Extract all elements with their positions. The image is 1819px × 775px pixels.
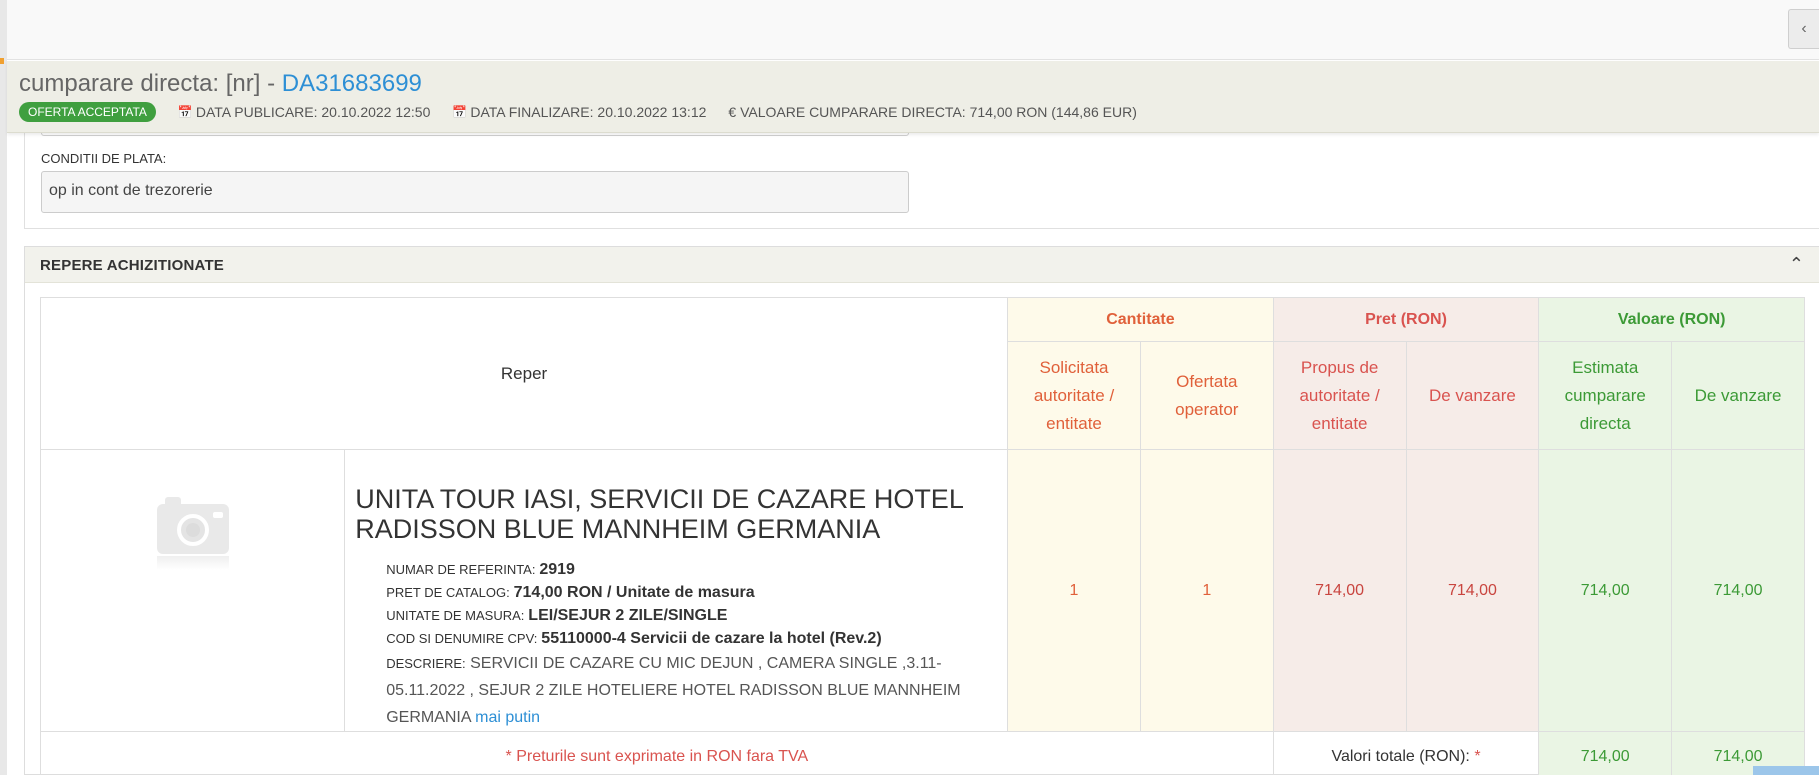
totals-label: Valori totale (RON): *: [1272, 731, 1540, 775]
page-title: cumparare directa: [nr] - DA31683699: [19, 70, 422, 98]
finish-date: 📅 DATA FINALIZARE: 20.10.2022 13:12: [452, 104, 706, 120]
item-title: UNITA TOUR IASI, SERVICII DE CAZARE HOTE…: [355, 484, 963, 544]
procurement-header: cumparare directa: [nr] - DA31683699 OFE…: [7, 61, 1819, 133]
catalog-label: PRET DE CATALOG:: [386, 585, 510, 600]
finish-date-text: DATA FINALIZARE: 20.10.2022 13:12: [470, 104, 707, 120]
item-description: DESCRIERE: SERVICII DE CAZARE CU MIC DEJ…: [386, 650, 997, 731]
propus-header: Propus de autoritate / entitate: [1272, 341, 1407, 450]
value-estimated: 714,00: [1538, 449, 1673, 732]
show-less-link[interactable]: mai putin: [475, 709, 540, 726]
left-gutter: [0, 0, 7, 775]
cantitate-header: Cantitate: [1007, 297, 1274, 342]
valoare-vanzare-header: De vanzare: [1671, 341, 1805, 450]
total-value-text: € VALOARE CUMPARARE DIRECTA: 714,00 RON …: [728, 104, 1137, 120]
calendar-icon: 📅: [452, 105, 468, 119]
required-asterisk: *: [1474, 747, 1481, 765]
reference-number: NUMAR DE REFERINTA: 2919: [386, 558, 997, 581]
unit-of-measure: UNITATE DE MASURA: LEI/SEJUR 2 ZILE/SING…: [386, 604, 997, 627]
payment-terms-field: op in cont de trezorerie: [41, 171, 909, 213]
purchased-items-section: REPERE ACHIZITIONATE ⌃ Reper Cantitate P…: [24, 246, 1819, 775]
cpv-value: 55110000-4 Servicii de cazare la hotel (…: [541, 630, 882, 647]
price-proposed: 714,00: [1272, 449, 1407, 732]
image-reflection: [156, 556, 229, 570]
description-value: SERVICII DE CAZARE CU MIC DEJUN , CAMERA…: [386, 655, 961, 726]
qty-requested: 1: [1007, 449, 1141, 732]
scroll-top-button[interactable]: [1753, 766, 1819, 775]
pret-header: Pret (RON): [1272, 297, 1540, 342]
reference-value: 2919: [539, 561, 575, 578]
items-table: Reper Cantitate Pret (RON) Valoare (RON)…: [39, 297, 1805, 775]
reference-label: NUMAR DE REFERINTA:: [386, 562, 536, 577]
reper-header: Reper: [39, 297, 1009, 450]
section-header[interactable]: REPERE ACHIZITIONATE ⌃: [25, 247, 1819, 283]
payment-terms-label: CONDITII DE PLATA:: [41, 151, 167, 166]
estimata-header: Estimata cumparare directa: [1538, 341, 1673, 450]
top-bar: ‹: [7, 0, 1819, 60]
calendar-icon: 📅: [177, 105, 193, 119]
pret-vanzare-header: De vanzare: [1405, 341, 1540, 450]
vat-note: * Preturile sunt exprimate in RON fara T…: [40, 731, 1274, 775]
total-value: € VALOARE CUMPARARE DIRECTA: 714,00 RON …: [728, 104, 1136, 120]
status-badge: OFERTA ACCEPTATA: [19, 102, 156, 122]
publish-date-text: DATA PUBLICARE: 20.10.2022 12:50: [195, 104, 431, 120]
title-prefix: cumparare directa: [nr] -: [19, 70, 282, 97]
value-selling: 714,00: [1671, 449, 1805, 732]
solicitata-header: Solicitata autoritate / entitate: [1007, 341, 1141, 450]
catalog-value: 714,00 RON / Unitate de masura: [513, 584, 755, 601]
procurement-code-link[interactable]: DA31683699: [282, 70, 422, 97]
um-value: LEI/SEJUR 2 ZILE/SINGLE: [528, 607, 728, 624]
payment-card: CONDITII DE PLATA: op in cont de trezore…: [24, 133, 1819, 229]
cpv-label: COD SI DENUMIRE CPV:: [386, 631, 538, 646]
item-description-cell: UNITA TOUR IASI, SERVICII DE CAZARE HOTE…: [344, 449, 1009, 732]
section-title: REPERE ACHIZITIONATE: [40, 257, 225, 274]
totals-label-text: Valori totale (RON):: [1331, 747, 1470, 765]
catalog-price: PRET DE CATALOG: 714,00 RON / Unitate de…: [386, 581, 997, 604]
table-row: UNITA TOUR IASI, SERVICII DE CAZARE HOTE…: [39, 449, 1805, 732]
ofertata-header: Ofertata operator: [1139, 341, 1274, 450]
previous-field-edge: [41, 133, 909, 136]
price-selling: 714,00: [1405, 449, 1540, 732]
qty-offered: 1: [1139, 449, 1274, 732]
item-properties: NUMAR DE REFERINTA: 2919 PRET DE CATALOG…: [355, 558, 997, 731]
total-estimated: 714,00: [1538, 731, 1673, 775]
chevron-left-icon[interactable]: ‹: [1788, 9, 1819, 49]
gutter-marker: [0, 58, 4, 64]
header-meta: OFERTA ACCEPTATA 📅 DATA PUBLICARE: 20.10…: [19, 102, 1159, 122]
valoare-header: Valoare (RON): [1538, 297, 1805, 342]
totals-row: * Preturile sunt exprimate in RON fara T…: [40, 731, 1805, 775]
um-label: UNITATE DE MASURA:: [386, 608, 525, 623]
publish-date: 📅 DATA PUBLICARE: 20.10.2022 12:50: [178, 104, 430, 120]
camera-placeholder-icon: [156, 494, 229, 554]
description-label: DESCRIERE:: [386, 656, 466, 671]
cpv-code: COD SI DENUMIRE CPV: 55110000-4 Servicii…: [386, 627, 997, 650]
chevron-up-icon[interactable]: ⌃: [1789, 254, 1804, 275]
item-image-cell: [39, 449, 346, 732]
